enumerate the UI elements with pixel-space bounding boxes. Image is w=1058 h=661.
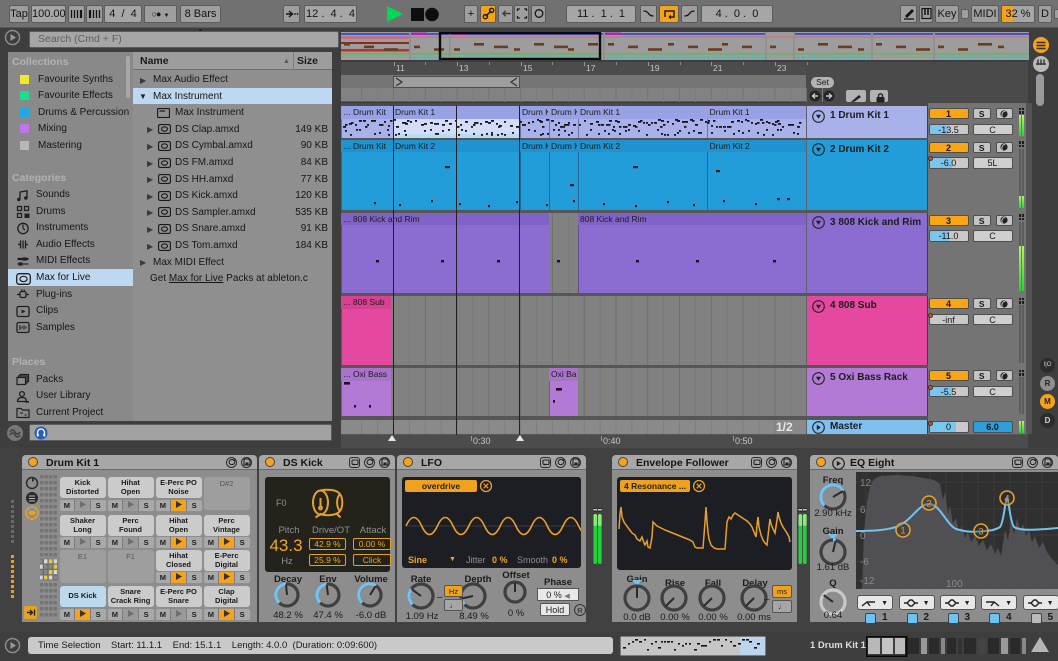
svg-text:-12: -12	[860, 576, 875, 587]
svg-text:3: 3	[978, 527, 983, 537]
svg-text:12: 12	[860, 478, 872, 489]
svg-text:100: 100	[946, 579, 963, 589]
svg-text:4: 4	[1004, 494, 1009, 504]
svg-text:-6: -6	[860, 557, 869, 568]
svg-text:6: 6	[860, 505, 866, 516]
svg-text:1: 1	[900, 526, 905, 536]
svg-text:0: 0	[860, 531, 866, 542]
svg-text:2: 2	[926, 499, 931, 509]
